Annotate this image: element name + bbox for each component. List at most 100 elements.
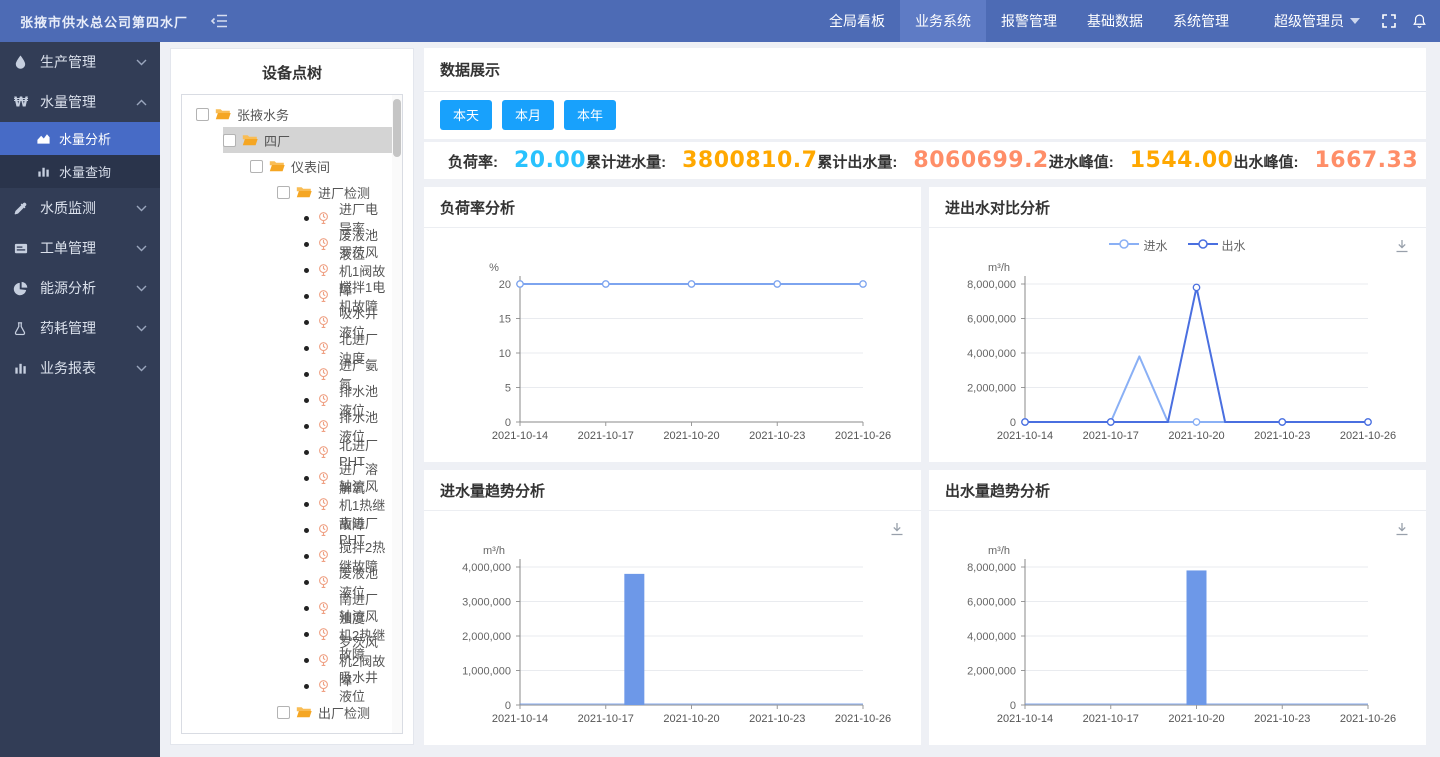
chevron-down-icon (136, 59, 147, 66)
chevron-down-icon (136, 285, 147, 292)
device-tree-title: 设备点树 (171, 49, 413, 94)
column-chart-icon (36, 164, 51, 179)
card-icon (13, 240, 30, 257)
top-nav-business-system[interactable]: 业务系统 (900, 0, 986, 42)
chart-canvas: 05101520%2021-10-142021-10-172021-10-202… (432, 260, 913, 452)
inflow-trend-plot: 01,000,0002,000,0003,000,0004,000,000m³/… (432, 543, 913, 735)
sidebar-item-work-order[interactable]: 工单管理 (0, 228, 160, 268)
sidebar-subitem-water-query[interactable]: 水量查询 (0, 155, 160, 188)
sidebar-collapse-icon[interactable] (208, 10, 230, 32)
svg-text:5: 5 (505, 383, 511, 395)
sidebar-subitem-water-analysis[interactable]: 水量分析 (0, 122, 160, 155)
device-tree: 张掖水务四厂仪表间进厂检测进厂电导率废液池液位罗茨风机1阀故障搅拌1电机故障吸水… (181, 94, 403, 734)
tree-checkbox[interactable] (223, 134, 236, 147)
sidebar-item-production[interactable]: 生产管理 (0, 42, 160, 82)
point-icon (317, 419, 333, 433)
tree-checkbox[interactable] (277, 706, 290, 719)
tree-folder-row[interactable]: 张掖水务 (182, 101, 402, 127)
chart-title: 进水量趋势分析 (424, 470, 921, 511)
tree-node-label: 四厂 (264, 131, 290, 150)
svg-text:2021-10-14: 2021-10-14 (997, 713, 1053, 725)
tree-point-row[interactable]: 吸水井液位 (182, 673, 402, 699)
svg-text:2021-10-17: 2021-10-17 (578, 430, 634, 442)
tree-bullet (304, 372, 309, 377)
tree-scrollbar-thumb[interactable] (393, 99, 401, 157)
device-tree-panel: 设备点树 张掖水务四厂仪表间进厂检测进厂电导率废液池液位罗茨风机1阀故障搅拌1电… (170, 48, 414, 745)
stat-inflow-peak: 进水峰值:1544.00 (1049, 148, 1234, 173)
content-area: 设备点树 张掖水务四厂仪表间进厂检测进厂电导率废液池液位罗茨风机1阀故障搅拌1电… (160, 42, 1440, 757)
svg-text:m³/h: m³/h (483, 545, 505, 557)
svg-text:2021-10-20: 2021-10-20 (1168, 430, 1224, 442)
tree-folder-row[interactable]: 出厂检测 (182, 699, 402, 725)
sidebar: 生产管理 ₩ 水量管理水量分析水量查询水质监测工单管理能源分析药耗管理业务报表 (0, 42, 160, 757)
svg-text:0: 0 (505, 417, 511, 429)
tree-folder-row[interactable]: 仪表间 (182, 153, 402, 179)
range-this-month-button[interactable]: 本月 (502, 100, 554, 130)
top-nav-alarm-management[interactable]: 报警管理 (986, 0, 1072, 42)
stat-cumulative-inflow-value: 3800810.7 (682, 148, 817, 173)
range-today-button[interactable]: 本天 (440, 100, 492, 130)
chart-toolbar (937, 513, 1418, 543)
stat-cumulative-inflow: 累计进水量:3800810.7 (586, 148, 817, 173)
top-nav-system-management[interactable]: 系统管理 (1158, 0, 1244, 42)
chart-toolbar (432, 513, 913, 543)
svg-text:2021-10-17: 2021-10-17 (1083, 713, 1139, 725)
folder-icon (269, 159, 285, 173)
sidebar-item-water-volume[interactable]: ₩ 水量管理 (0, 82, 160, 122)
load-rate-analysis-card: 负荷率分析05101520%2021-10-142021-10-172021-1… (424, 187, 921, 462)
stats-bar: 负荷率:20.00累计进水量:3800810.7累计出水量:8060699.2进… (424, 142, 1426, 179)
point-icon (317, 315, 333, 329)
point-icon (317, 341, 333, 355)
tree-node-label: 仪表间 (291, 157, 330, 176)
sidebar-item-label: 能源分析 (40, 278, 96, 298)
legend-item-inflow[interactable]: 进水 (1109, 237, 1167, 254)
tree-bullet (304, 398, 309, 403)
chart-canvas: 01,000,0002,000,0003,000,0004,000,000m³/… (432, 543, 913, 735)
svg-text:6,000,000: 6,000,000 (967, 597, 1016, 609)
data-display-panel: 数据展示 本天本月本年 负荷率:20.00累计进水量:3800810.7累计出水… (424, 48, 1426, 745)
tree-bullet (304, 346, 309, 351)
top-nav-global-board[interactable]: 全局看板 (814, 0, 900, 42)
fullscreen-icon[interactable] (1374, 6, 1404, 36)
point-icon (317, 237, 333, 251)
svg-text:2021-10-23: 2021-10-23 (1254, 713, 1310, 725)
download-icon[interactable] (1394, 238, 1410, 254)
user-menu[interactable]: 超级管理员 (1274, 11, 1360, 31)
sidebar-item-label: 水量管理 (40, 92, 96, 112)
tree-folder-row[interactable]: 四厂 (182, 127, 402, 153)
svg-text:2,000,000: 2,000,000 (967, 666, 1016, 678)
legend-label: 进水 (1143, 237, 1167, 254)
notification-bell-icon[interactable] (1404, 6, 1434, 36)
download-icon[interactable] (1394, 521, 1410, 537)
svg-text:2021-10-26: 2021-10-26 (1340, 713, 1396, 725)
tree-bullet (304, 502, 309, 507)
chart-legend: 进水 出水 (1109, 237, 1245, 254)
svg-text:8,000,000: 8,000,000 (967, 279, 1016, 291)
tree-bullet (304, 424, 309, 429)
svg-text:2021-10-20: 2021-10-20 (663, 430, 719, 442)
svg-text:4,000,000: 4,000,000 (462, 562, 511, 574)
point-icon (317, 393, 333, 407)
stat-cumulative-outflow-value: 8060699.2 (913, 148, 1048, 173)
folder-icon (242, 133, 258, 147)
sidebar-item-water-quality[interactable]: 水质监测 (0, 188, 160, 228)
sidebar-item-report[interactable]: 业务报表 (0, 348, 160, 388)
tree-scrollbar[interactable] (392, 95, 402, 733)
legend-item-outflow[interactable]: 出水 (1188, 237, 1246, 254)
range-this-year-button[interactable]: 本年 (564, 100, 616, 130)
chevron-down-icon (136, 365, 147, 372)
point-icon (317, 523, 333, 537)
svg-text:2021-10-14: 2021-10-14 (492, 713, 548, 725)
svg-text:2021-10-23: 2021-10-23 (749, 713, 805, 725)
svg-text:2021-10-26: 2021-10-26 (835, 713, 891, 725)
sidebar-item-chemical[interactable]: 药耗管理 (0, 308, 160, 348)
top-nav-basic-data[interactable]: 基础数据 (1072, 0, 1158, 42)
won-sign-icon: ₩ (13, 94, 30, 111)
download-icon[interactable] (889, 521, 905, 537)
point-icon (317, 549, 333, 563)
sidebar-item-energy-analysis[interactable]: 能源分析 (0, 268, 160, 308)
tree-checkbox[interactable] (250, 160, 263, 173)
tree-checkbox[interactable] (196, 108, 209, 121)
tree-checkbox[interactable] (277, 186, 290, 199)
outflow-trend-card: 出水量趋势分析02,000,0004,000,0006,000,0008,000… (929, 470, 1426, 745)
